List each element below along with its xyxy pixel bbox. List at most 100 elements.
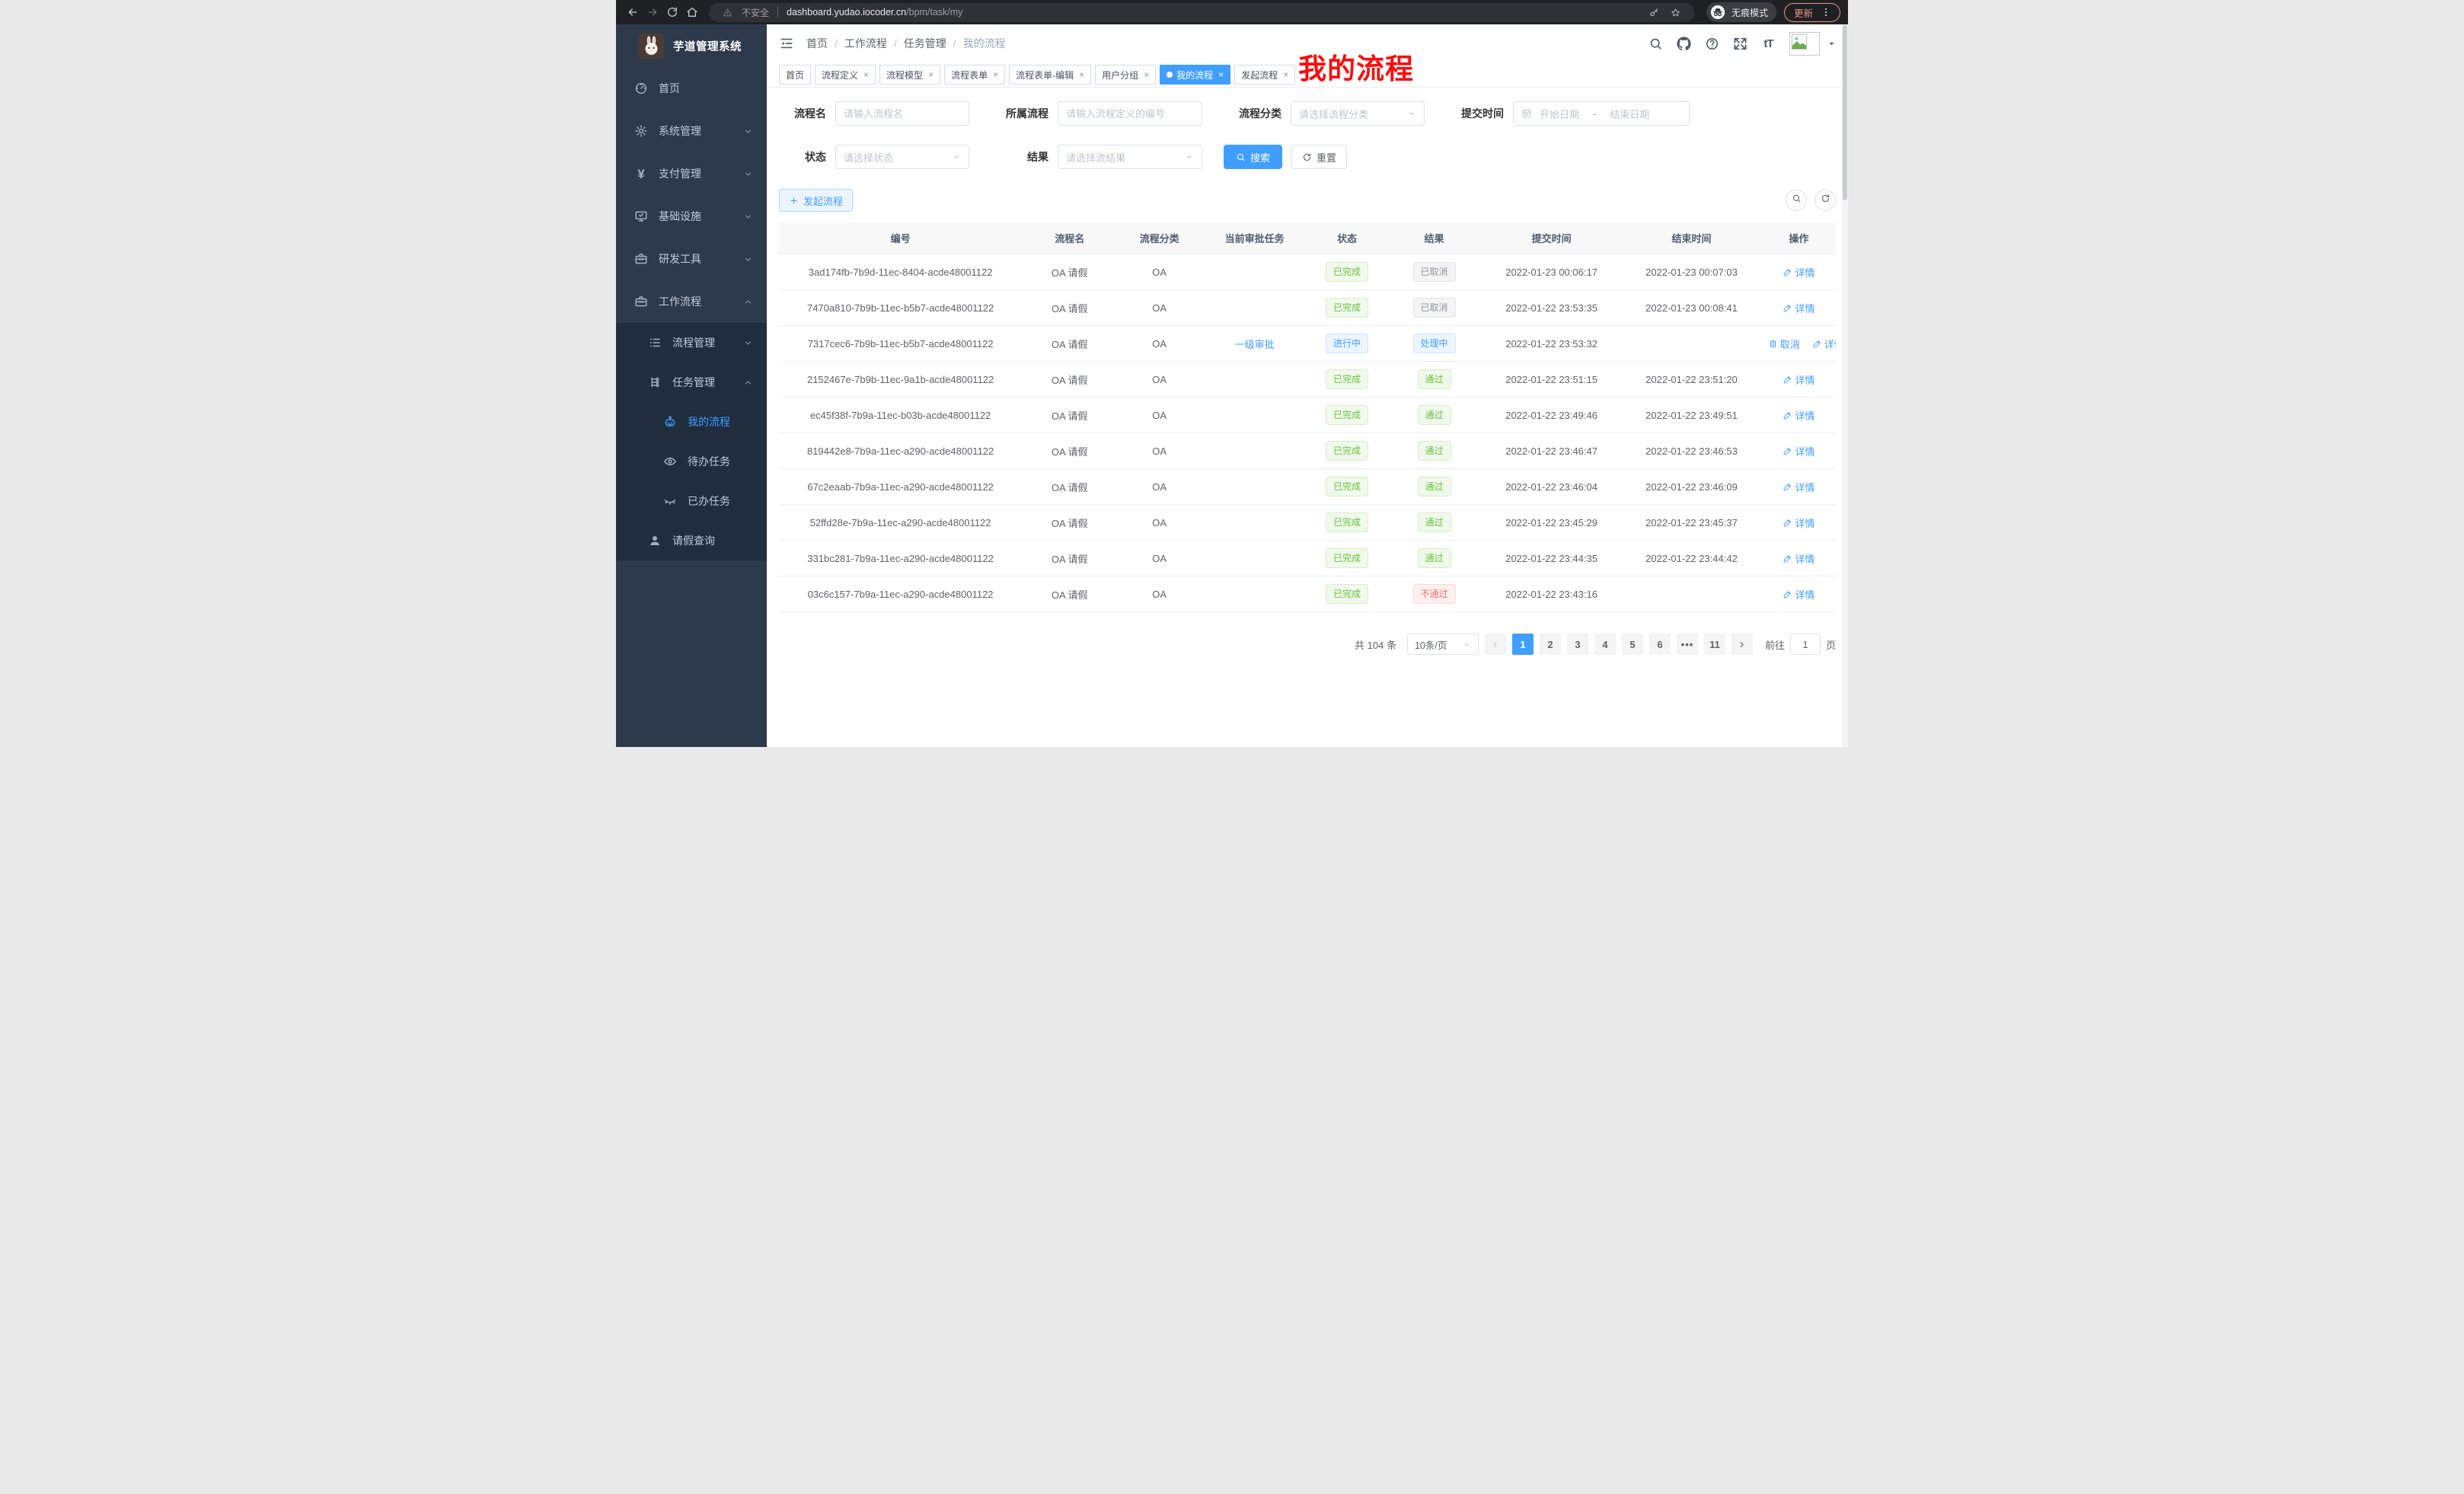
close-icon[interactable]: × xyxy=(928,69,934,80)
sidebar-item-my-process[interactable]: 我的流程 xyxy=(616,402,767,442)
page-button-3[interactable]: 3 xyxy=(1567,634,1588,655)
cell-id: 52ffd28e-7b9a-11ec-a290-acde48001122 xyxy=(779,505,1022,541)
browser-back-icon[interactable] xyxy=(624,3,642,21)
sidebar-item-leave-query[interactable]: 请假查询 xyxy=(616,521,767,560)
browser-forward-icon[interactable] xyxy=(643,3,662,21)
page-button-1[interactable]: 1 xyxy=(1512,634,1534,655)
avatar[interactable] xyxy=(1789,32,1820,56)
scrollbar-thumb[interactable] xyxy=(1843,25,1847,200)
row-action-detail[interactable]: 详情 xyxy=(1783,408,1814,423)
close-icon[interactable]: × xyxy=(863,69,869,80)
start-process-button[interactable]: 发起流程 xyxy=(779,189,853,212)
tab-user-group[interactable]: 用户分组× xyxy=(1095,65,1156,85)
row-action-detail[interactable]: 详情 xyxy=(1783,444,1814,458)
page-size-select[interactable]: 10条/页 xyxy=(1407,634,1479,655)
page-button-2[interactable]: 2 xyxy=(1540,634,1561,655)
row-action-detail[interactable]: 详情 xyxy=(1783,372,1814,387)
sidebar-item-infra[interactable]: 基础设施 xyxy=(616,195,767,238)
close-icon[interactable]: × xyxy=(1144,69,1149,80)
page-button-5[interactable]: 5 xyxy=(1622,634,1643,655)
row-action-detail[interactable]: 详情 xyxy=(1783,551,1814,566)
breadcrumb-workflow[interactable]: 工作流程 xyxy=(844,36,887,51)
eye-closed-icon xyxy=(663,494,677,508)
close-icon[interactable]: × xyxy=(1079,69,1084,80)
breadcrumb-current: 我的流程 xyxy=(963,36,1006,51)
row-action-detail[interactable]: 详情 xyxy=(1783,301,1814,315)
breadcrumb-task-mgmt[interactable]: 任务管理 xyxy=(904,36,946,51)
page-button-4[interactable]: 4 xyxy=(1594,634,1616,655)
cell-end-time: 2022-01-22 23:46:09 xyxy=(1621,469,1762,505)
category-select[interactable]: 请选择流程分类 xyxy=(1291,101,1425,126)
reset-button[interactable]: 重置 xyxy=(1291,145,1347,169)
tab-home[interactable]: 首页 xyxy=(779,65,811,85)
avatar-caret-icon[interactable] xyxy=(1827,40,1836,48)
incognito-badge[interactable]: 无痕模式 xyxy=(1706,2,1776,22)
toggle-search-button[interactable] xyxy=(1786,190,1807,211)
fullscreen-icon[interactable] xyxy=(1733,37,1747,51)
process-name-input[interactable] xyxy=(835,101,969,126)
pager-more-button[interactable]: ••• xyxy=(1677,634,1698,655)
row-action-detail[interactable]: 详情 xyxy=(1783,587,1814,602)
sidebar-collapse-icon[interactable] xyxy=(779,36,794,51)
close-icon[interactable]: × xyxy=(1283,69,1288,80)
result-select[interactable]: 请选择流结果 xyxy=(1058,145,1202,169)
sidebar-item-task-mgmt[interactable]: 任务管理 xyxy=(616,362,767,402)
tab-process-form-edit[interactable]: 流程表单-编辑× xyxy=(1009,65,1091,85)
cell-status: 已完成 xyxy=(1307,290,1387,326)
github-icon[interactable] xyxy=(1677,37,1691,51)
sidebar-item-system[interactable]: 系统管理 xyxy=(616,110,767,152)
row-action-detail[interactable]: 详情 xyxy=(1783,265,1814,279)
row-action-detail[interactable]: 详情 xyxy=(1812,337,1836,351)
browser-update-button[interactable]: 更新 xyxy=(1784,3,1840,22)
row-action-cancel[interactable]: 取消 xyxy=(1768,337,1800,351)
tab-process-model[interactable]: 流程模型× xyxy=(879,65,940,85)
result-badge: 通过 xyxy=(1418,405,1451,425)
window-scrollbar[interactable] xyxy=(1842,24,1848,747)
font-size-icon[interactable]: tT xyxy=(1761,37,1776,51)
browser-home-icon[interactable] xyxy=(683,3,701,21)
current-task-link[interactable]: 一级审批 xyxy=(1235,339,1275,350)
page-button-6[interactable]: 6 xyxy=(1649,634,1671,655)
cell-actions: 取消详情 xyxy=(1762,326,1836,362)
close-icon[interactable]: × xyxy=(1218,69,1224,80)
tab-my-process[interactable]: 我的流程× xyxy=(1160,65,1230,85)
sidebar-item-payment[interactable]: ¥ 支付管理 xyxy=(616,152,767,195)
cell-id: 3ad174fb-7b9d-11ec-8404-acde48001122 xyxy=(779,254,1022,290)
sidebar-item-home[interactable]: 首页 xyxy=(616,67,767,110)
sidebar-item-todo-tasks[interactable]: 待办任务 xyxy=(616,442,767,481)
sidebar-item-done-tasks[interactable]: 已办任务 xyxy=(616,481,767,521)
help-icon[interactable] xyxy=(1705,37,1719,51)
browser-reload-icon[interactable] xyxy=(663,3,681,21)
goto-page-input[interactable] xyxy=(1790,634,1821,655)
tab-process-form[interactable]: 流程表单× xyxy=(944,65,1005,85)
search-button[interactable]: 搜索 xyxy=(1224,145,1282,169)
process-definition-input[interactable] xyxy=(1058,101,1202,126)
search-icon[interactable] xyxy=(1649,37,1663,51)
breadcrumb-home[interactable]: 首页 xyxy=(806,36,828,51)
browser-menu-dots-icon[interactable] xyxy=(1817,3,1835,21)
filter-label-category: 流程分类 xyxy=(1218,106,1281,121)
row-action-detail[interactable]: 详情 xyxy=(1783,516,1814,530)
refresh-table-button[interactable] xyxy=(1814,190,1836,211)
app-logo[interactable]: 芋道管理系统 xyxy=(616,24,767,67)
dashboard-icon xyxy=(634,81,648,95)
password-key-icon[interactable] xyxy=(1645,3,1664,21)
close-icon[interactable]: × xyxy=(993,69,998,80)
cell-result: 通过 xyxy=(1387,469,1482,505)
bookmark-star-icon[interactable] xyxy=(1667,3,1685,21)
prev-page-button[interactable] xyxy=(1485,634,1506,655)
tab-start-process[interactable]: 发起流程× xyxy=(1234,65,1295,85)
tags-view-bar: 首页 流程定义× 流程模型× 流程表单× 流程表单-编辑× 用户分组× 我的流程… xyxy=(767,62,1848,88)
page-button-11[interactable]: 11 xyxy=(1704,634,1725,655)
status-select[interactable]: 请选择状态 xyxy=(835,145,969,169)
chevron-down-icon xyxy=(743,169,753,179)
omnibox-divider xyxy=(777,7,778,18)
submit-time-range-picker[interactable]: 开始日期 - 结束日期 xyxy=(1513,101,1690,126)
url-bar[interactable]: 不安全 dashboard.yudao.iocoder.cn/bpm/task/… xyxy=(709,3,1694,22)
next-page-button[interactable] xyxy=(1732,634,1753,655)
row-action-detail[interactable]: 详情 xyxy=(1783,480,1814,494)
sidebar-item-workflow[interactable]: 工作流程 xyxy=(616,280,767,323)
sidebar-item-process-mgmt[interactable]: 流程管理 xyxy=(616,323,767,362)
sidebar-item-devtools[interactable]: 研发工具 xyxy=(616,238,767,280)
tab-process-definition[interactable]: 流程定义× xyxy=(815,65,876,85)
